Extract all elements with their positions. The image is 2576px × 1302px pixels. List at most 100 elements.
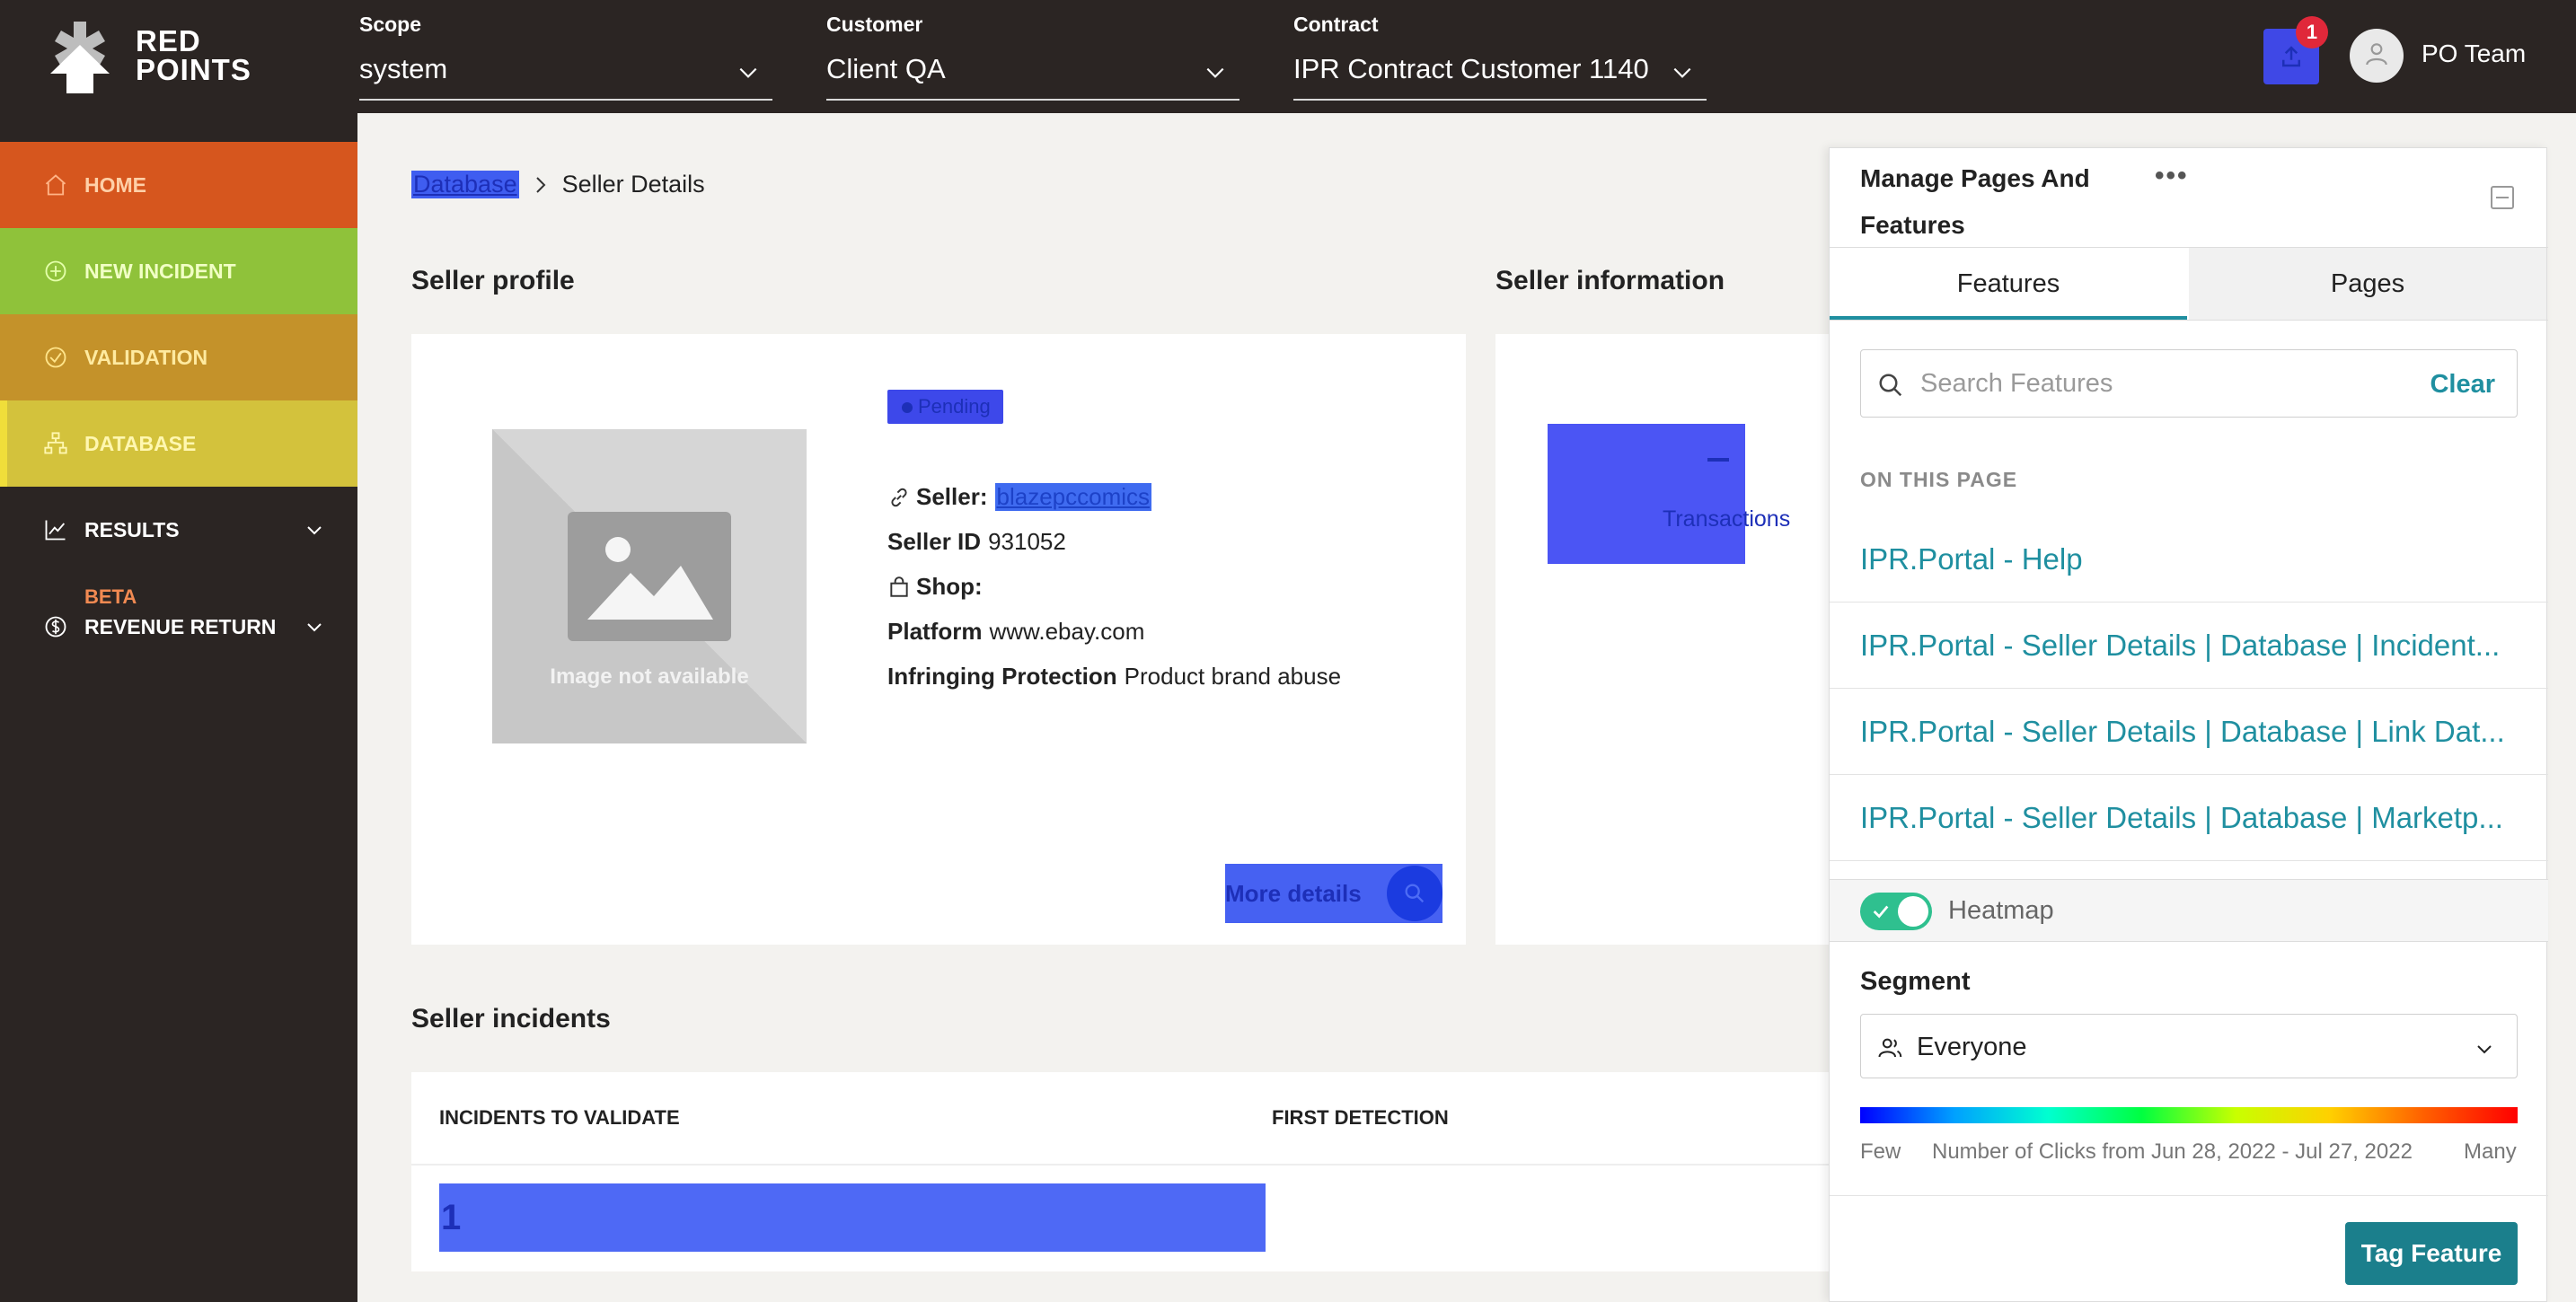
manage-pages-panel: Manage Pages And Features ••• Features P… bbox=[1829, 147, 2548, 1302]
home-icon bbox=[45, 174, 66, 196]
sidebar-item-home[interactable]: HOME bbox=[0, 142, 357, 228]
chart-line-icon bbox=[45, 520, 66, 541]
user-name[interactable]: PO Team bbox=[2422, 40, 2526, 68]
legend-range: Number of Clicks from Jun 28, 2022 - Jul… bbox=[1932, 1139, 2413, 1164]
clear-button[interactable]: Clear bbox=[2430, 370, 2495, 400]
breadcrumb: Database Seller Details bbox=[411, 171, 705, 198]
customer-value: Client QA bbox=[826, 53, 946, 84]
heatmap-gradient-legend bbox=[1860, 1107, 2518, 1123]
logo-text: RED POINTS bbox=[136, 24, 251, 86]
breadcrumb-link-database[interactable]: Database bbox=[411, 171, 519, 198]
sidebar-item-label: REVENUE RETURN bbox=[84, 614, 277, 638]
search-input[interactable] bbox=[1920, 363, 2387, 404]
transactions-box: – Transactions bbox=[1548, 424, 1790, 564]
shop-line: Shop: bbox=[887, 573, 990, 601]
top-bar: RED POINTS Scope system Customer Client … bbox=[0, 0, 2576, 113]
chevron-down-icon bbox=[2477, 1045, 2492, 1054]
legend-few: Few bbox=[1860, 1139, 1901, 1164]
status-label: Pending bbox=[918, 395, 991, 418]
sidebar-item-new-incident[interactable]: NEW INCIDENT bbox=[0, 228, 357, 314]
status-badge: Pending bbox=[887, 390, 1003, 424]
heatmap-label: Heatmap bbox=[1948, 896, 2054, 925]
feature-search-box: Clear bbox=[1860, 349, 2518, 418]
user-icon bbox=[2366, 43, 2387, 66]
platform-label: Platform bbox=[887, 618, 983, 645]
heatmap-row: Heatmap bbox=[1830, 879, 2548, 942]
seller-name-link[interactable]: blazepccomics bbox=[994, 483, 1152, 511]
seller-id-label: Seller ID bbox=[887, 528, 982, 555]
incidents-to-validate-value[interactable]: 1 bbox=[439, 1183, 1266, 1252]
tag-feature-button[interactable]: Tag Feature bbox=[2345, 1222, 2518, 1285]
seller-profile-card: Image not available Pending Seller: blaz… bbox=[411, 334, 1466, 945]
dollar-circle-icon bbox=[45, 616, 66, 638]
user-avatar[interactable] bbox=[2350, 29, 2404, 83]
seller-information-title: Seller information bbox=[1495, 266, 1725, 295]
transactions-label: Transactions bbox=[1663, 506, 1791, 532]
customer-selector[interactable]: Customer Client QA bbox=[826, 13, 1239, 102]
panel-tabs: Features Pages bbox=[1830, 247, 2548, 321]
sidebar-item-label: RESULTS bbox=[84, 517, 180, 541]
users-icon bbox=[1878, 1038, 1902, 1058]
image-icon bbox=[568, 512, 731, 641]
check-icon bbox=[1873, 905, 1889, 919]
image-not-available-text: Image not available bbox=[550, 664, 749, 689]
link-icon bbox=[891, 488, 907, 506]
more-details-label: More details bbox=[1225, 879, 1362, 907]
heatmap-toggle[interactable] bbox=[1860, 893, 1932, 930]
more-details-button[interactable]: More details bbox=[1225, 864, 1442, 923]
plus-circle-icon bbox=[45, 260, 66, 282]
scope-selector[interactable]: Scope system bbox=[359, 13, 772, 102]
seller-image-placeholder: Image not available bbox=[492, 429, 807, 743]
column-header: INCIDENTS TO VALIDATE bbox=[439, 1106, 680, 1129]
check-circle-icon bbox=[45, 347, 66, 368]
seller-label: Seller: bbox=[916, 483, 988, 510]
minimize-icon[interactable] bbox=[2491, 186, 2514, 209]
search-icon bbox=[1879, 374, 1902, 397]
segment-select[interactable]: Everyone bbox=[1860, 1014, 2518, 1078]
sidebar-item-validation[interactable]: VALIDATION bbox=[0, 314, 357, 400]
segment-value: Everyone bbox=[1917, 1033, 2027, 1061]
chevron-right-icon bbox=[535, 176, 546, 193]
scope-label: Scope bbox=[359, 13, 422, 36]
infringing-label: Infringing Protection bbox=[887, 663, 1117, 690]
search-icon bbox=[1405, 884, 1425, 903]
feature-item[interactable]: IPR.Portal - Seller Details | Database |… bbox=[1830, 603, 2548, 689]
chevron-down-icon bbox=[1673, 67, 1691, 78]
feature-item[interactable]: IPR.Portal - Seller Details | Database |… bbox=[1830, 775, 2548, 861]
tab-features[interactable]: Features bbox=[1830, 248, 2187, 320]
contract-selector[interactable]: Contract IPR Contract Customer 1140 bbox=[1293, 13, 1707, 102]
sidebar-item-label: HOME bbox=[84, 172, 146, 197]
sidebar-item-label: NEW INCIDENT bbox=[84, 259, 236, 283]
infringing-line: Infringing Protection Product brand abus… bbox=[887, 663, 1341, 691]
scope-value: system bbox=[359, 53, 448, 84]
on-this-page-label: ON THIS PAGE bbox=[1860, 468, 2018, 491]
chevron-down-icon bbox=[1206, 67, 1224, 78]
shop-label: Shop: bbox=[916, 573, 983, 600]
panel-title: Manage Pages And Features bbox=[1860, 164, 2090, 239]
seller-profile-title: Seller profile bbox=[411, 266, 575, 295]
hierarchy-icon bbox=[44, 432, 67, 454]
sidebar-item-database[interactable]: DATABASE bbox=[0, 400, 357, 487]
chevron-down-icon bbox=[307, 623, 322, 632]
platform-value: www.ebay.com bbox=[989, 618, 1145, 645]
platform-line: Platform www.ebay.com bbox=[887, 618, 1144, 646]
sidebar: HOME NEW INCIDENT VALIDATION DATABASE RE… bbox=[0, 113, 357, 1302]
beta-badge: BETA bbox=[84, 585, 137, 608]
infringing-value: Product brand abuse bbox=[1124, 663, 1342, 690]
chevron-down-icon bbox=[739, 67, 757, 78]
seller-incidents-table: INCIDENTS TO VALIDATE FIRST DETECTION 1 bbox=[411, 1072, 1839, 1271]
column-header: FIRST DETECTION bbox=[1272, 1106, 1449, 1129]
feature-item[interactable]: IPR.Portal - Seller Details | Database |… bbox=[1830, 689, 2548, 775]
notification-badge: 1 bbox=[2296, 16, 2328, 48]
seller-id-value: 931052 bbox=[988, 528, 1066, 555]
sidebar-item-label: DATABASE bbox=[84, 431, 197, 455]
upload-icon bbox=[2282, 46, 2300, 67]
tab-pages[interactable]: Pages bbox=[2189, 248, 2546, 320]
customer-label: Customer bbox=[826, 13, 923, 36]
feature-item[interactable]: IPR.Portal - Help bbox=[1830, 516, 2548, 603]
sidebar-item-results[interactable]: RESULTS bbox=[0, 487, 357, 573]
transactions-value bbox=[1707, 458, 1729, 462]
seller-id-line: Seller ID 931052 bbox=[887, 528, 1066, 556]
more-options-icon[interactable]: ••• bbox=[2155, 161, 2189, 191]
sidebar-item-revenue-return[interactable]: REVENUE RETURN bbox=[0, 573, 357, 659]
